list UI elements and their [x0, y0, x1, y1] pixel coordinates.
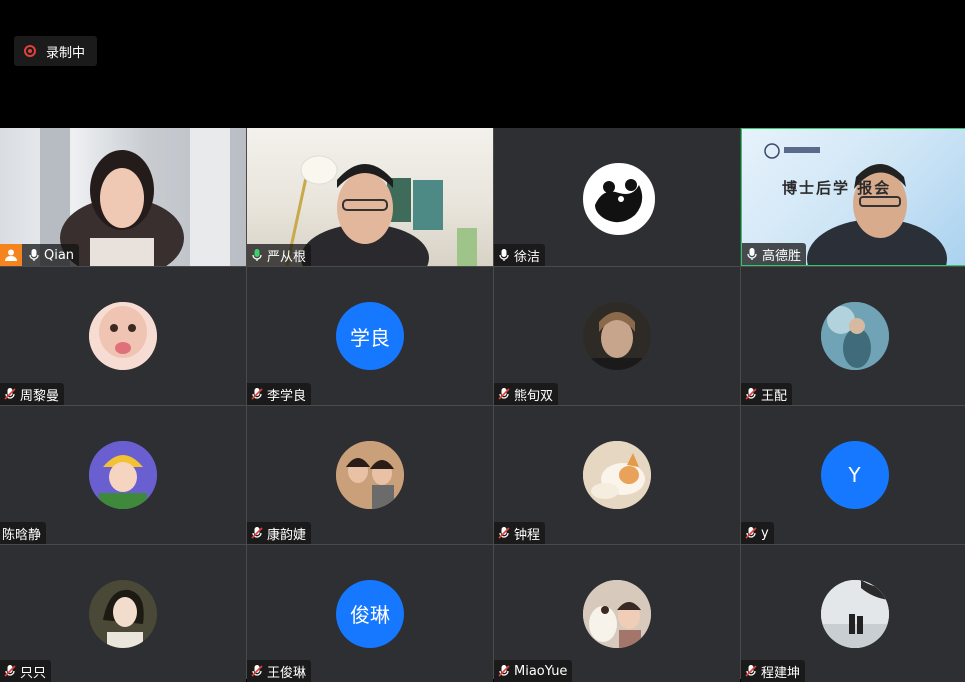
participant-name: 康韵婕	[267, 527, 307, 543]
participant-tile-chen[interactable]: 陈晗静	[0, 406, 246, 544]
participant-tile-yan[interactable]: 严从根	[247, 128, 493, 266]
participant-name: MiaoYue	[514, 663, 568, 679]
microphone-muted-icon	[3, 387, 17, 401]
participant-tile-zhong[interactable]: 钟程	[494, 406, 740, 544]
record-icon	[24, 45, 36, 57]
participant-tile-kang[interactable]: 康韵婕	[247, 406, 493, 544]
top-bar: 录制中	[0, 0, 965, 128]
participant-tile-cheng[interactable]: 程建坤	[741, 545, 965, 682]
nameplate: 高德胜	[742, 243, 807, 265]
avatar	[583, 579, 651, 648]
nameplate: 熊旬双	[494, 383, 559, 405]
nameplate: Qian	[0, 244, 80, 266]
microphone-muted-icon	[744, 664, 758, 678]
microphone-muted-icon	[250, 664, 264, 678]
avatar	[583, 302, 651, 370]
microphone-muted-icon	[744, 526, 758, 540]
participant-name: y	[761, 525, 769, 541]
participant-name: 钟程	[514, 527, 541, 543]
participant-name: 只只	[20, 665, 47, 681]
participant-tile-wangpei[interactable]: 王配	[741, 267, 965, 405]
nameplate: 钟程	[494, 522, 546, 544]
nameplate: y	[741, 522, 774, 544]
participant-name: 严从根	[267, 249, 307, 265]
video-grid: Qian 严从根 徐洁 博士后学 报会 高德胜 周黎曼 学良 李学良 熊旬双 王…	[0, 128, 965, 682]
microphone-muted-icon	[250, 526, 264, 540]
avatar-initials: 俊琳	[336, 579, 404, 648]
participant-name: 高德胜	[762, 248, 802, 264]
microphone-icon	[745, 247, 759, 261]
nameplate: 王配	[741, 383, 793, 405]
participant-name: 陈晗静	[2, 527, 42, 543]
participant-name: 王配	[761, 388, 788, 404]
recording-indicator[interactable]: 录制中	[14, 36, 98, 66]
nameplate: 周黎曼	[0, 383, 65, 405]
nameplate: 严从根	[247, 244, 312, 266]
participant-name: 程建坤	[761, 665, 801, 681]
participant-name: Qian	[44, 247, 75, 263]
participant-tile-qian[interactable]: Qian	[0, 128, 246, 266]
participant-tile-xiong[interactable]: 熊旬双	[494, 267, 740, 405]
participant-name: 王俊琳	[267, 665, 307, 681]
participant-tile-zhizhi[interactable]: 只只	[0, 545, 246, 682]
avatar-initials: Y	[820, 441, 889, 509]
microphone-muted-icon	[497, 387, 511, 401]
microphone-muted-icon	[497, 526, 511, 540]
avatar	[820, 579, 889, 648]
microphone-muted-icon	[744, 387, 758, 401]
participant-tile-gao[interactable]: 博士后学 报会 高德胜	[741, 128, 965, 266]
participant-tile-wangjunlin[interactable]: 俊琳 王俊琳	[247, 545, 493, 682]
participant-tile-xu[interactable]: 徐洁	[494, 128, 740, 266]
participant-tile-li[interactable]: 学良 李学良	[247, 267, 493, 405]
nameplate: 徐洁	[494, 244, 546, 266]
participant-name: 熊旬双	[514, 388, 554, 404]
microphone-icon	[497, 248, 511, 262]
host-icon	[0, 244, 22, 266]
nameplate: 李学良	[247, 383, 312, 405]
avatar	[89, 579, 157, 648]
microphone-muted-icon	[3, 664, 17, 678]
participant-tile-miaoyue[interactable]: MiaoYue	[494, 545, 740, 682]
banner-text: 博士后学 报会	[782, 179, 892, 197]
participant-tile-y[interactable]: Y y	[741, 406, 965, 544]
microphone-icon	[27, 248, 41, 262]
nameplate: 陈晗静	[0, 522, 47, 544]
nameplate: 康韵婕	[247, 522, 312, 544]
recording-label: 录制中	[46, 45, 86, 61]
avatar	[89, 441, 157, 509]
participant-tile-zhou[interactable]: 周黎曼	[0, 267, 246, 405]
microphone-muted-icon	[497, 664, 511, 678]
avatar-initials: 学良	[336, 302, 404, 370]
participant-name: 周黎曼	[20, 388, 60, 404]
avatar	[820, 302, 889, 370]
microphone-muted-icon	[250, 387, 264, 401]
panda-avatar-icon	[583, 163, 655, 235]
avatar	[89, 302, 157, 370]
cat-avatar-icon	[583, 441, 651, 509]
avatar	[336, 441, 404, 509]
participant-name: 徐洁	[514, 249, 541, 265]
participant-name: 李学良	[267, 388, 307, 404]
microphone-active-icon	[250, 248, 264, 262]
